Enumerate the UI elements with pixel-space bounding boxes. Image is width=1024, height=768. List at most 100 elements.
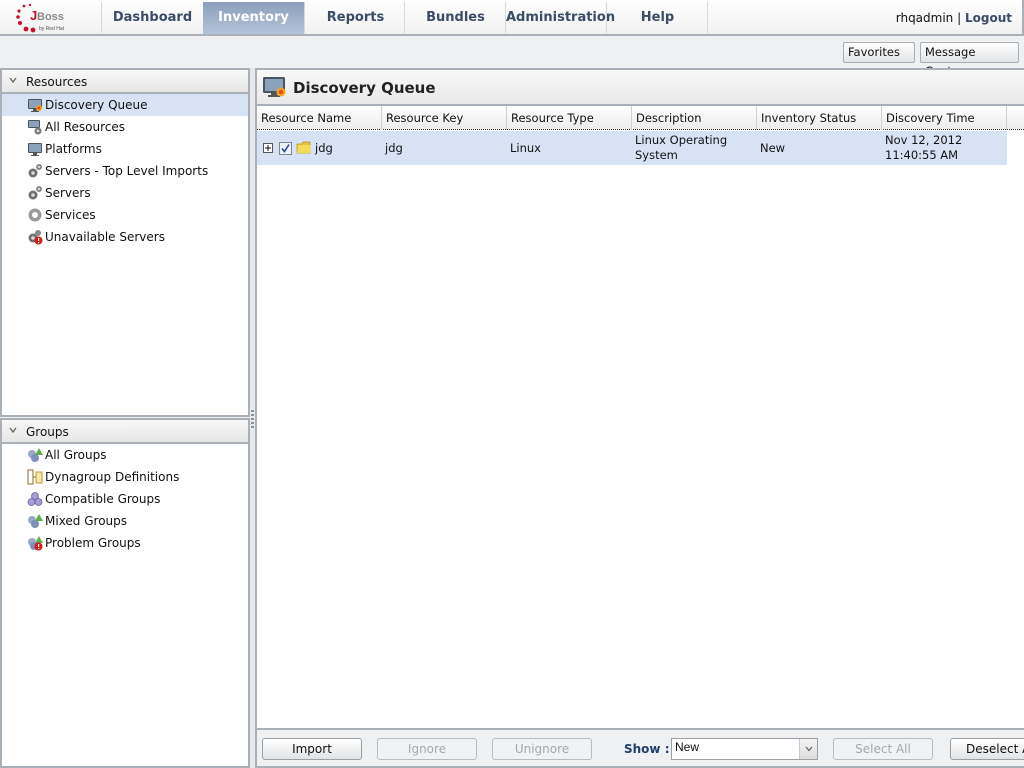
username: rhqadmin [895,11,954,25]
sidebar-item-label: Dynagroup Definitions [45,470,180,484]
sidebar-item-discovery-queue[interactable]: Discovery Queue [2,94,248,116]
cell-discovery-time: Nov 12, 2012 11:40:55 AM [882,131,1007,165]
svg-text:by Red Hat: by Red Hat [39,26,65,32]
cell-inventory-status: New [760,140,786,155]
show-filter-select[interactable]: New [671,738,818,760]
sidebar-item-label: Services [45,208,96,222]
import-button[interactable]: Import [262,738,362,760]
show-filter-value: New [675,740,700,754]
row-checkbox[interactable] [279,141,292,155]
cell-resource-type: Linux [510,140,541,155]
discovery-queue-icon [28,99,42,112]
groups-title: Groups [26,425,69,439]
cell-resource-key: jdg [385,140,403,155]
sidebar-item-label: Servers [45,186,91,200]
action-toolbar: Import Ignore Unignore Show : New Select… [257,728,1024,766]
resources-section-header[interactable]: Resources [2,70,248,94]
column-header-inventory-status[interactable]: Inventory Status [757,106,882,130]
resource-name[interactable]: jdg [315,141,333,156]
sidebar-item-services[interactable]: Services [2,204,248,226]
ignore-button[interactable]: Ignore [377,738,477,760]
unavailable-server-icon [28,230,43,245]
sidebar-item-all-resources[interactable]: All Resources [2,116,248,138]
nav-divider [707,2,708,33]
discovery-date: Nov 12, 2012 [885,133,963,147]
favorites-button[interactable]: Favorites [843,42,915,74]
discovery-queue-panel: Discovery Queue Resource Name Resource K… [255,68,1024,768]
tab-reports[interactable]: Reports [305,2,406,34]
compatible-group-icon [27,492,43,506]
problem-group-icon [28,536,43,551]
sidebar-item-label: Unavailable Servers [45,230,165,244]
user-box: rhqadmin | Logout [896,0,1012,36]
server-gears-icon [28,186,42,200]
top-nav-bar: J Boss by Red Hat Dashboard Inventory Re… [0,0,1024,36]
logout-link[interactable]: Logout [965,11,1012,25]
jboss-logo[interactable]: J Boss by Red Hat [14,3,74,33]
message-center-button[interactable]: Message Center [920,42,1019,78]
column-header-description[interactable]: Description [632,106,757,130]
column-header-resource-key[interactable]: Resource Key [382,106,507,130]
sidebar-item-all-groups[interactable]: All Groups [2,444,248,466]
server-gears-icon [28,164,42,178]
chevron-down-icon [9,77,17,84]
sidebar-item-problem-groups[interactable]: Problem Groups [2,532,248,554]
sidebar-item-label: Servers - Top Level Imports [45,164,209,178]
column-header-discovery-time[interactable]: Discovery Time [882,106,1007,130]
sidebar-item-servers-top-level-imports[interactable]: Servers - Top Level Imports [2,160,248,182]
user-separator: | [957,11,962,25]
resources-panel: Resources Discovery Queue All Resources … [0,68,250,417]
tab-administration[interactable]: Administration [506,2,615,34]
panel-header: Discovery Queue [257,70,1024,106]
sidebar-item-dynagroup-definitions[interactable]: Dynagroup Definitions [2,466,248,488]
sidebar-item-label: All Groups [45,448,107,462]
all-resources-icon [28,120,42,135]
splitter-grip[interactable] [251,410,254,428]
tab-inventory[interactable]: Inventory [203,2,304,34]
dropdown-arrow[interactable] [799,739,817,759]
deselect-all-button[interactable]: Deselect All [950,738,1024,760]
resources-title: Resources [26,75,88,89]
platform-monitor-icon [28,143,42,156]
tab-bundles[interactable]: Bundles [405,2,506,34]
sidebar-item-label: Mixed Groups [45,514,128,528]
column-header-filler [1007,106,1024,130]
favorites-label: Favorites [848,45,900,59]
expand-plus-icon[interactable] [263,143,273,153]
sidebar-item-mixed-groups[interactable]: Mixed Groups [2,510,248,532]
sidebar-item-platforms[interactable]: Platforms [2,138,248,160]
show-filter-label: Show : [624,742,670,756]
tab-help[interactable]: Help [607,2,708,34]
folder-icon [296,141,311,154]
group-icon [28,448,43,462]
tab-dashboard[interactable]: Dashboard [102,2,203,34]
sidebar-item-servers[interactable]: Servers [2,182,248,204]
service-gear-icon [28,208,42,222]
cell-resource-name: jdg [257,131,382,165]
discovery-queue-icon [263,77,286,97]
groups-section-header[interactable]: Groups [2,420,248,444]
svg-text:Boss: Boss [37,11,64,23]
sidebar-item-label: Problem Groups [45,536,141,550]
sidebar-item-label: All Resources [45,120,125,134]
sidebar-item-unavailable-servers[interactable]: Unavailable Servers [2,226,248,248]
description-line: Linux Operating [635,133,728,147]
page-title: Discovery Queue [293,79,436,97]
grid-header: Resource Name Resource Key Resource Type… [257,106,1024,130]
sidebar-item-label: Platforms [45,142,102,156]
unignore-button[interactable]: Unignore [492,738,592,760]
cell-description: Linux Operating System [632,131,757,165]
dynagroup-icon [27,469,43,485]
mixed-group-icon [28,514,43,528]
groups-panel: Groups All Groups Dynagroup Definitions … [0,418,250,768]
select-all-button[interactable]: Select All [833,738,933,760]
sidebar-item-label: Compatible Groups [45,492,161,506]
table-row[interactable]: jdg jdg Linux Linux Operating System New… [257,131,1007,165]
discovery-clock: 11:40:55 AM [885,148,959,162]
description-line: System [635,148,678,162]
column-header-resource-name[interactable]: Resource Name [257,106,382,130]
sidebar-item-label: Discovery Queue [45,98,148,112]
sidebar-item-compatible-groups[interactable]: Compatible Groups [2,488,248,510]
chevron-down-icon [805,746,813,752]
column-header-resource-type[interactable]: Resource Type [507,106,632,130]
